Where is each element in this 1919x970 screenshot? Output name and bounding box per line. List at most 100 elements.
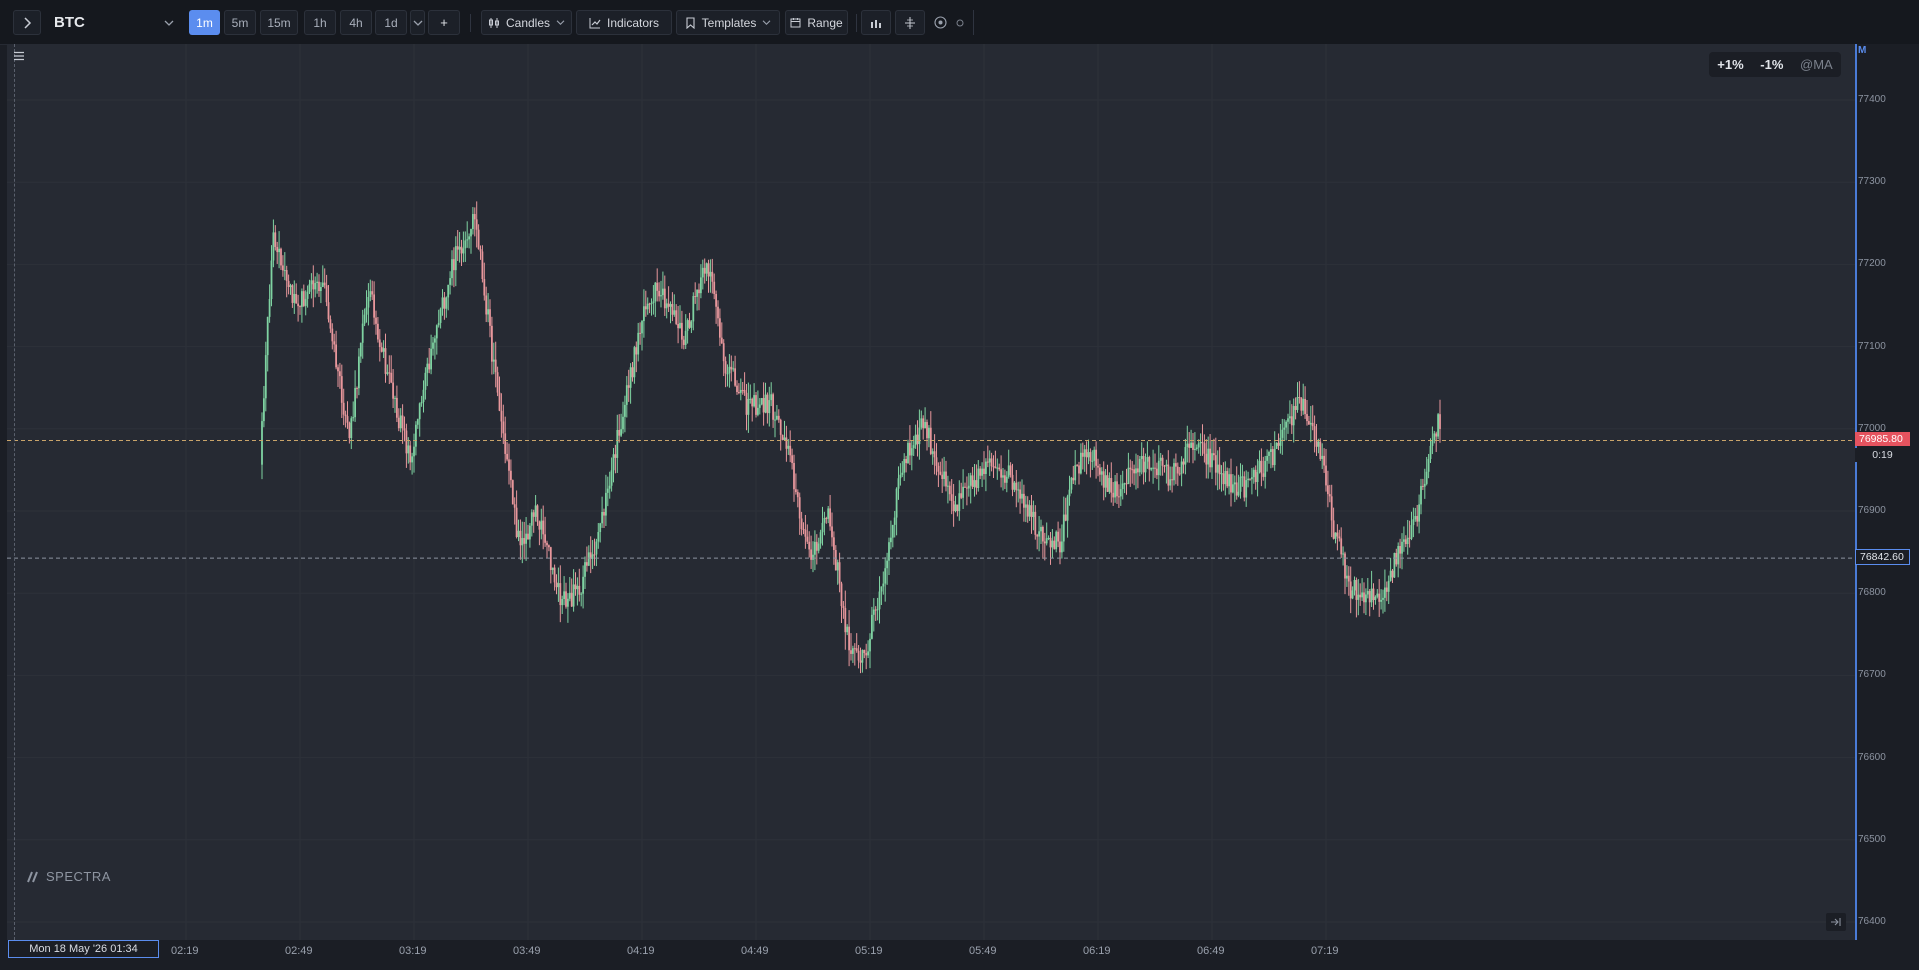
candle-body bbox=[1327, 485, 1329, 495]
candle-body bbox=[1163, 465, 1166, 467]
crosshair-date-label: Mon 18 May '26 01:34 bbox=[8, 940, 159, 958]
candle-body bbox=[785, 437, 788, 449]
candle-body bbox=[753, 395, 755, 407]
candle-body bbox=[407, 445, 410, 454]
candle-body bbox=[456, 246, 459, 250]
candle-body bbox=[969, 475, 972, 486]
candle-body bbox=[1332, 520, 1335, 539]
candle-body bbox=[703, 267, 706, 274]
candle-body bbox=[321, 282, 324, 288]
candle-body bbox=[975, 480, 978, 489]
candle-body bbox=[1112, 492, 1115, 498]
candle-body bbox=[529, 525, 531, 540]
candle-body bbox=[1045, 538, 1048, 544]
candle-body bbox=[1226, 471, 1229, 487]
time-tick: 03:49 bbox=[513, 945, 541, 957]
candle-body bbox=[943, 471, 945, 480]
candle-body bbox=[1216, 464, 1219, 473]
candle-body bbox=[867, 651, 869, 656]
candle-body bbox=[325, 285, 328, 303]
candle-body bbox=[616, 430, 619, 458]
collapse-panel-button[interactable] bbox=[1826, 913, 1846, 931]
candle-body bbox=[941, 474, 944, 480]
candle-body bbox=[1298, 397, 1301, 399]
candle-body bbox=[428, 363, 431, 370]
candle-body bbox=[1125, 483, 1128, 485]
candle-body bbox=[1251, 477, 1253, 480]
candle-body bbox=[422, 389, 425, 402]
candle-body bbox=[1309, 422, 1312, 425]
candle-body bbox=[768, 400, 771, 414]
candle-body bbox=[1140, 456, 1143, 459]
plus-one-percent-button[interactable]: +1% bbox=[1717, 57, 1743, 72]
candle-body bbox=[682, 339, 685, 345]
countdown-value: 0:19 bbox=[1872, 449, 1893, 462]
candle-body bbox=[1344, 553, 1346, 579]
candle-body bbox=[1384, 587, 1386, 598]
candle-body bbox=[466, 239, 469, 241]
candle-body bbox=[453, 259, 455, 271]
candle-body bbox=[1108, 478, 1111, 492]
candle-body bbox=[986, 461, 989, 463]
menu-icon[interactable] bbox=[13, 48, 25, 66]
candle-body bbox=[762, 398, 765, 413]
candle-body bbox=[743, 390, 746, 393]
candle-body bbox=[1203, 443, 1206, 454]
candlestick-chart[interactable] bbox=[0, 0, 1919, 970]
candle-body bbox=[1429, 445, 1432, 459]
candle-body bbox=[1347, 575, 1350, 582]
candle-body bbox=[572, 584, 575, 607]
candle-body bbox=[557, 583, 560, 588]
candle-body bbox=[1083, 449, 1086, 457]
candle-body bbox=[684, 330, 687, 345]
candle-body bbox=[625, 385, 628, 405]
candle-body bbox=[264, 355, 267, 399]
candle-body bbox=[994, 466, 997, 469]
candle-body bbox=[633, 347, 636, 378]
candle-body bbox=[1127, 467, 1130, 485]
candle-body bbox=[1081, 452, 1084, 457]
candle-body bbox=[1182, 461, 1185, 465]
candle-body bbox=[819, 532, 822, 544]
candle-body bbox=[468, 236, 470, 240]
candle-body bbox=[276, 246, 279, 253]
candle-body bbox=[1258, 460, 1261, 473]
candle-body bbox=[635, 347, 638, 355]
candle-body bbox=[1368, 591, 1371, 603]
candle-body bbox=[424, 372, 427, 390]
candle-body bbox=[823, 518, 826, 523]
candle-body bbox=[489, 309, 491, 326]
candle-body bbox=[1159, 457, 1162, 461]
candle-body bbox=[1363, 592, 1365, 603]
candle-body bbox=[918, 427, 921, 445]
candle-body bbox=[971, 475, 974, 487]
brand-watermark: SPECTRA bbox=[26, 869, 111, 884]
candle-body bbox=[724, 361, 727, 374]
candle-body bbox=[479, 249, 482, 252]
candle-body bbox=[268, 299, 271, 317]
candle-body bbox=[367, 297, 370, 308]
candle-body bbox=[599, 523, 602, 533]
candle-body bbox=[728, 366, 731, 374]
candle-body bbox=[536, 505, 539, 522]
candle-body bbox=[992, 466, 995, 468]
at-ma-button[interactable]: @MA bbox=[1800, 57, 1833, 72]
candle-body bbox=[1180, 461, 1183, 474]
candle-body bbox=[1273, 448, 1276, 466]
candle-body bbox=[382, 348, 385, 352]
minus-one-percent-button[interactable]: -1% bbox=[1760, 57, 1783, 72]
candle-body bbox=[274, 232, 277, 247]
candle-body bbox=[698, 289, 700, 294]
candle-body bbox=[669, 304, 672, 307]
candle-body bbox=[855, 648, 858, 651]
candle-body bbox=[517, 530, 520, 537]
candle-body bbox=[329, 319, 332, 329]
candle-body bbox=[320, 287, 322, 292]
candle-body bbox=[1313, 426, 1316, 441]
candle-body bbox=[1207, 448, 1210, 465]
candle-body bbox=[1080, 452, 1082, 474]
candle-body bbox=[1211, 453, 1213, 468]
candle-body bbox=[926, 422, 928, 439]
candle-body bbox=[948, 485, 951, 495]
candle-body bbox=[470, 229, 472, 237]
